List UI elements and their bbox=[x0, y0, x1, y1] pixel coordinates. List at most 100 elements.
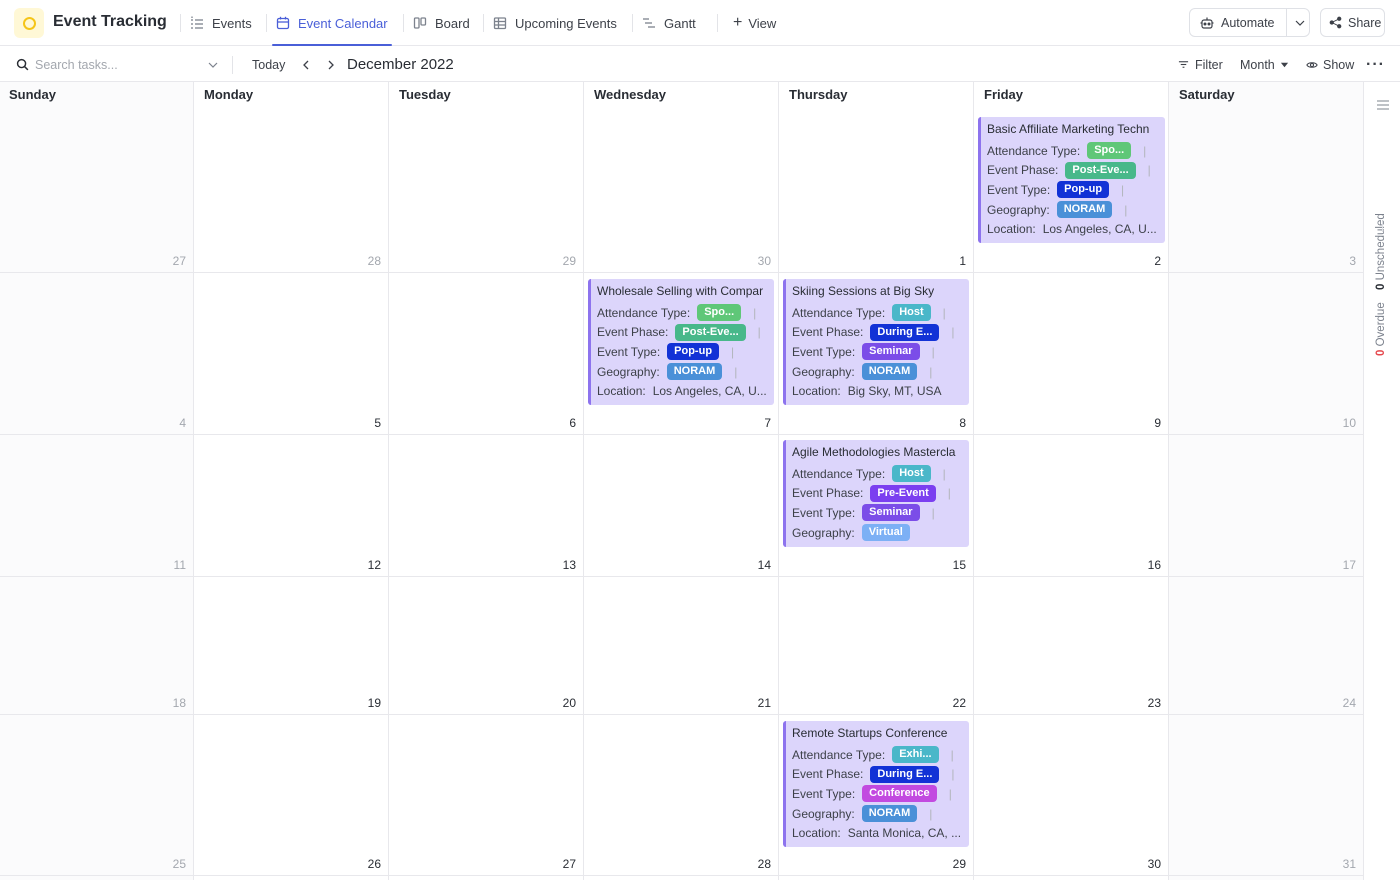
day-cell[interactable]: 4 bbox=[0, 273, 193, 434]
location-row: Location: Los Angeles, CA, U... bbox=[987, 219, 1165, 239]
day-cell[interactable]: 25 bbox=[0, 715, 193, 875]
day-number: 1 bbox=[959, 254, 966, 268]
tab-events[interactable]: Events bbox=[190, 0, 252, 46]
day-number: 12 bbox=[367, 558, 381, 572]
day-cell[interactable]: 21 bbox=[584, 577, 778, 714]
day-number: 29 bbox=[952, 857, 966, 871]
field-label: Attendance Type: bbox=[792, 305, 886, 320]
month-view-dropdown[interactable]: Month bbox=[1240, 47, 1289, 82]
divider: | bbox=[951, 767, 955, 782]
day-cell[interactable]: 9 bbox=[974, 273, 1168, 434]
event-card[interactable]: Skiing Sessions at Big Sky Attendance Ty… bbox=[783, 279, 969, 405]
event-card[interactable]: Wholesale Selling with Compar Attendance… bbox=[588, 279, 774, 405]
day-cell[interactable]: 11 bbox=[0, 435, 193, 576]
add-view-button[interactable]: + View bbox=[733, 0, 776, 46]
day-cell[interactable]: 17 bbox=[1169, 435, 1363, 576]
field-label: Geography: bbox=[792, 806, 855, 821]
geography-pill[interactable]: NORAM bbox=[1056, 201, 1113, 219]
day-cell[interactable]: 27 bbox=[0, 106, 193, 272]
tab-upcoming-events[interactable]: Upcoming Events bbox=[493, 0, 617, 46]
tab-event-calendar[interactable]: Event Calendar bbox=[272, 0, 392, 46]
day-cell[interactable]: 23 bbox=[974, 577, 1168, 714]
geography-pill[interactable]: NORAM bbox=[861, 363, 918, 381]
type-pill[interactable]: Conference bbox=[862, 785, 937, 803]
menu-icon[interactable] bbox=[1376, 98, 1390, 112]
attendance-pill[interactable]: Exhi... bbox=[892, 746, 939, 764]
geography-pill[interactable]: NORAM bbox=[666, 363, 723, 381]
tab-gantt[interactable]: Gantt bbox=[642, 0, 696, 46]
divider: | bbox=[1143, 143, 1147, 158]
day-cell[interactable]: 19 bbox=[194, 577, 388, 714]
day-cell[interactable]: 28 bbox=[584, 715, 778, 875]
phase-pill[interactable]: Post-Eve... bbox=[675, 323, 746, 341]
type-row: Event Type: Pop-up | bbox=[597, 342, 774, 362]
day-cell[interactable]: 24 bbox=[1169, 577, 1363, 714]
field-label: Attendance Type: bbox=[792, 466, 886, 481]
day-cell[interactable]: 29 bbox=[389, 106, 583, 272]
attendance-pill[interactable]: Host bbox=[892, 465, 931, 483]
today-button[interactable]: Today bbox=[252, 47, 285, 82]
overdue-tab[interactable]: 0 Overdue bbox=[1375, 302, 1387, 356]
day-cell[interactable]: 18 bbox=[0, 577, 193, 714]
search-input[interactable] bbox=[35, 57, 195, 72]
filter-button[interactable]: Filter bbox=[1178, 47, 1223, 82]
next-month-button[interactable] bbox=[325, 47, 337, 82]
type-pill[interactable]: Seminar bbox=[862, 343, 920, 361]
unscheduled-count: 0 bbox=[1375, 283, 1387, 290]
divider: | bbox=[757, 325, 761, 340]
type-pill[interactable]: Pop-up bbox=[667, 343, 720, 361]
day-cell[interactable]: 31 bbox=[1169, 715, 1363, 875]
field-label: Event Phase: bbox=[792, 325, 864, 340]
tab-board[interactable]: Board bbox=[413, 0, 470, 46]
day-cell[interactable]: 22 bbox=[779, 577, 973, 714]
day-cell[interactable]: 30 bbox=[974, 715, 1168, 875]
day-cell[interactable]: 20 bbox=[389, 577, 583, 714]
event-card[interactable]: Remote Startups Conference Attendance Ty… bbox=[783, 721, 969, 847]
attendance-pill[interactable]: Spo... bbox=[1087, 142, 1132, 160]
prev-month-button[interactable] bbox=[300, 47, 312, 82]
day-number: 11 bbox=[173, 558, 186, 572]
day-cell[interactable]: 10 bbox=[1169, 273, 1363, 434]
phase-pill[interactable]: During E... bbox=[870, 323, 940, 341]
attendance-pill[interactable]: Spo... bbox=[697, 304, 742, 322]
unscheduled-tab[interactable]: 0 Unscheduled bbox=[1375, 213, 1387, 290]
day-cell[interactable]: 30 bbox=[584, 106, 778, 272]
day-cell[interactable]: 13 bbox=[389, 435, 583, 576]
share-button[interactable]: Share bbox=[1320, 8, 1385, 37]
search-box[interactable] bbox=[16, 47, 219, 82]
chevron-down-icon[interactable] bbox=[207, 59, 219, 71]
type-pill[interactable]: Pop-up bbox=[1057, 181, 1110, 199]
geography-row: Geography: Virtual bbox=[792, 523, 969, 543]
geography-pill[interactable]: NORAM bbox=[861, 805, 918, 823]
day-cell[interactable]: 5 bbox=[194, 273, 388, 434]
chevron-down-icon[interactable] bbox=[1294, 17, 1306, 29]
day-cell[interactable]: 1 bbox=[779, 106, 973, 272]
space-status-icon[interactable] bbox=[14, 8, 44, 38]
phase-pill[interactable]: Post-Eve... bbox=[1065, 161, 1136, 179]
day-cell[interactable]: 6 bbox=[389, 273, 583, 434]
divider: | bbox=[931, 344, 935, 359]
day-cell[interactable]: 3 bbox=[1169, 106, 1363, 272]
automate-button[interactable]: Automate bbox=[1189, 8, 1310, 37]
event-card[interactable]: Agile Methodologies Mastercla Attendance… bbox=[783, 440, 969, 547]
phase-pill[interactable]: Pre-Event bbox=[870, 484, 936, 502]
day-cell[interactable]: 27 bbox=[389, 715, 583, 875]
divider bbox=[232, 56, 233, 74]
type-pill[interactable]: Seminar bbox=[862, 504, 920, 522]
divider: | bbox=[929, 364, 933, 379]
geography-row: Geography: NORAM | bbox=[597, 362, 774, 382]
field-label: Event Phase: bbox=[597, 325, 669, 340]
show-button[interactable]: Show bbox=[1306, 47, 1354, 82]
more-options-icon[interactable]: ··· bbox=[1366, 47, 1385, 82]
phase-row: Event Phase: During E... | bbox=[792, 765, 969, 785]
page-title: Event Tracking bbox=[53, 13, 167, 30]
phase-pill[interactable]: During E... bbox=[870, 765, 940, 783]
day-cell[interactable]: 28 bbox=[194, 106, 388, 272]
day-cell[interactable]: 16 bbox=[974, 435, 1168, 576]
day-cell[interactable]: 12 bbox=[194, 435, 388, 576]
day-cell[interactable]: 14 bbox=[584, 435, 778, 576]
day-cell[interactable]: 26 bbox=[194, 715, 388, 875]
event-card[interactable]: Basic Affiliate Marketing Techn Attendan… bbox=[978, 117, 1165, 243]
geography-pill[interactable]: Virtual bbox=[861, 524, 910, 542]
attendance-pill[interactable]: Host bbox=[892, 304, 931, 322]
